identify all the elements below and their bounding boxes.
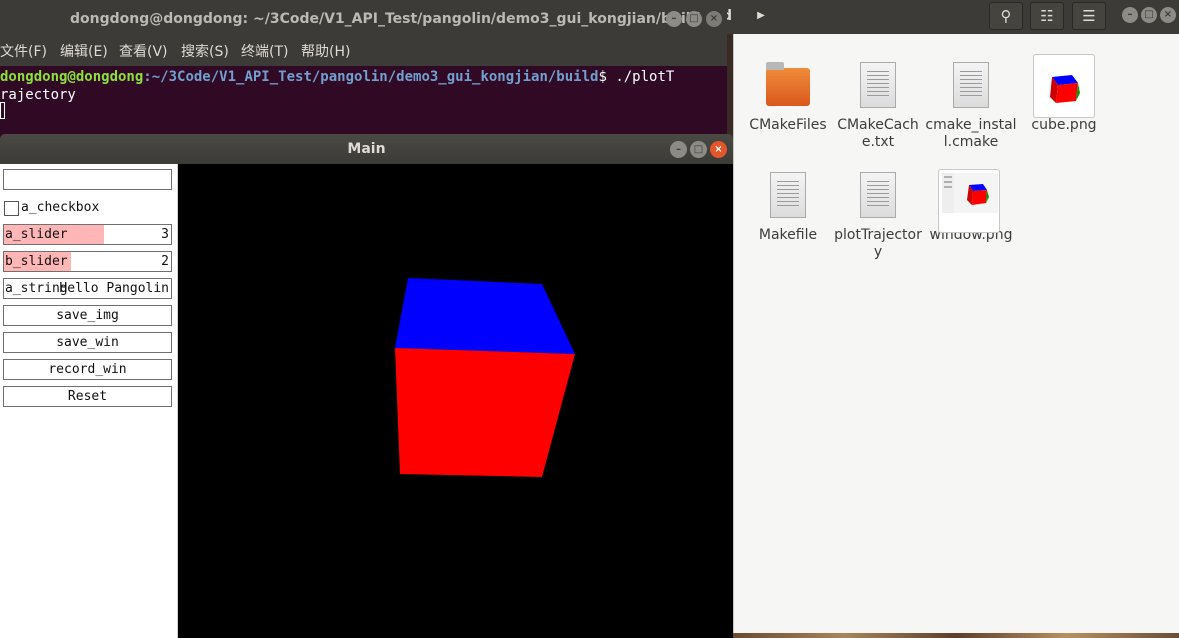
slider-label: a_slider	[5, 227, 68, 242]
menu-file[interactable]: 文件(F)	[0, 38, 47, 66]
menu-edit[interactable]: 编辑(E)	[60, 38, 108, 66]
prompt-command-wrap: rajectory	[0, 87, 76, 103]
checkbox-row[interactable]: a_checkbox	[3, 198, 172, 218]
file-item[interactable]: plotTrajectory	[832, 170, 924, 261]
terminal-menubar: 文件(F) 编辑(E) 查看(V) 搜索(S) 终端(T) 帮助(H)	[0, 38, 727, 66]
desktop: d ▶ ⚲ ☷ ☰ – □ × CMakeFiles CMakeCache.tx…	[0, 0, 1179, 638]
file-item[interactable]: cube.png	[1018, 54, 1110, 134]
terminal-titlebar: dongdong@dongdong: ~/3Code/V1_API_Test/p…	[0, 0, 727, 38]
maximize-icon[interactable]: □	[690, 141, 707, 158]
record-win-button[interactable]: record_win	[3, 359, 172, 380]
maximize-icon[interactable]: □	[1141, 7, 1157, 23]
reset-button[interactable]: Reset	[3, 386, 172, 407]
window-title: Main	[347, 141, 386, 157]
file-item[interactable]: Makefile	[742, 170, 834, 244]
terminal-prompt-line: dongdong@dongdong:~/3Code/V1_API_Test/pa…	[0, 68, 674, 86]
slider-value: 2	[161, 254, 169, 269]
close-icon[interactable]: ×	[706, 11, 722, 27]
terminal-title: dongdong@dongdong: ~/3Code/V1_API_Test/p…	[70, 11, 701, 27]
minimize-icon[interactable]: –	[670, 141, 687, 158]
string-label: a_string	[5, 281, 68, 296]
text-file-icon	[953, 62, 989, 108]
checkbox[interactable]	[4, 201, 19, 216]
menu-terminal[interactable]: 终端(T)	[241, 38, 288, 66]
prompt-path: :~/3Code/V1_API_Test/pangolin/demo3_gui_…	[143, 69, 599, 85]
file-item[interactable]: cmake_install.cmake	[925, 60, 1017, 151]
control-panel: a_checkbox a_slider 3 b_slider 2 a_strin…	[0, 164, 178, 638]
text-file-icon	[860, 62, 896, 108]
maximize-icon[interactable]: □	[686, 11, 702, 27]
cube-front-face	[395, 348, 575, 477]
checkbox-label: a_checkbox	[21, 200, 100, 215]
string-value: Hello Pangolin	[59, 281, 169, 296]
view-toggle-icon[interactable]: ☷	[1030, 2, 1064, 30]
menu-help[interactable]: 帮助(H)	[301, 38, 350, 66]
prompt-symbol: $	[598, 69, 616, 85]
a-slider[interactable]: a_slider 3	[3, 224, 172, 245]
close-icon[interactable]: ×	[1160, 7, 1176, 23]
image-thumbnail-icon	[1033, 54, 1095, 118]
close-icon[interactable]: ×	[710, 141, 727, 158]
string-input[interactable]: a_string Hello Pangolin	[3, 278, 172, 299]
text-input[interactable]	[3, 169, 172, 190]
file-item[interactable]: window.png	[925, 169, 1017, 244]
file-label: plotTrajectory	[834, 227, 922, 260]
terminal-cursor	[0, 102, 5, 119]
slider-label: b_slider	[5, 254, 68, 269]
file-label: cmake_install.cmake	[925, 117, 1017, 150]
text-file-icon	[860, 172, 896, 218]
menu-view[interactable]: 查看(V)	[119, 38, 168, 66]
file-label: Makefile	[758, 227, 818, 243]
main-titlebar: Main – □ ×	[0, 134, 733, 164]
cube-render	[395, 278, 575, 477]
prompt-user: dongdong@dongdong	[0, 69, 144, 85]
folder-icon	[766, 62, 810, 106]
slider-value: 3	[161, 227, 169, 242]
3d-viewport[interactable]	[178, 164, 733, 638]
save-img-button[interactable]: save_img	[3, 305, 172, 326]
file-grid: CMakeFiles CMakeCache.txt cmake_install.…	[733, 34, 1179, 634]
menu-search[interactable]: 搜索(S)	[181, 38, 229, 66]
b-slider[interactable]: b_slider 2	[3, 251, 172, 272]
minimize-icon[interactable]: –	[1122, 7, 1138, 23]
image-thumbnail-icon	[938, 169, 1000, 233]
file-item[interactable]: CMakeCache.txt	[832, 60, 924, 151]
file-item[interactable]: CMakeFiles	[742, 60, 834, 134]
save-win-button[interactable]: save_win	[3, 332, 172, 353]
file-label: cube.png	[1031, 117, 1097, 133]
file-label: CMakeFiles	[749, 117, 827, 133]
prompt-command: ./plotT	[615, 69, 675, 85]
search-icon[interactable]: ⚲	[989, 2, 1023, 30]
cube-top-face	[395, 278, 575, 354]
minimize-icon[interactable]: –	[666, 11, 682, 27]
text-file-icon	[770, 172, 806, 218]
main-window: Main – □ × a_checkbox a_slider 3 b_slide…	[0, 134, 733, 638]
desktop-wallpaper-strip	[733, 633, 1179, 638]
file-label: CMakeCache.txt	[837, 117, 919, 150]
path-forward-arrow-icon[interactable]: ▶	[750, 0, 772, 34]
hamburger-menu-icon[interactable]: ☰	[1072, 2, 1106, 30]
